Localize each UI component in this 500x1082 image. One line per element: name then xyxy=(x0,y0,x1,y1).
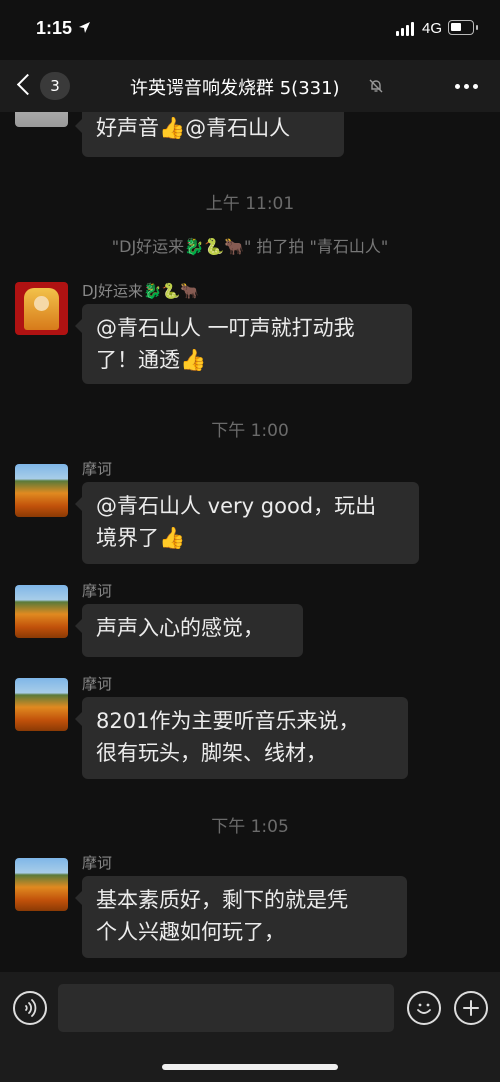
message-text: 好声音👍@青石山人 xyxy=(96,116,291,140)
message-bubble[interactable]: 8201作为主要听音乐来说， 很有玩头，脚架、线材， xyxy=(75,697,408,779)
message-text-line: @青石山人 一叮声就打动我 xyxy=(96,316,355,340)
message-bubble[interactable]: 好声音👍@青石山人 xyxy=(75,112,344,157)
sender-name: 摩诃 xyxy=(82,460,113,478)
avatar[interactable] xyxy=(15,678,68,731)
voice-icon xyxy=(25,999,37,1017)
ellipsis-icon[interactable] xyxy=(455,84,479,90)
chat-header: 3 许英谔音响发烧群 5(331) xyxy=(0,60,500,112)
back-button[interactable]: 3 xyxy=(14,70,84,102)
sender-name: 摩诃 xyxy=(82,854,113,872)
avatar[interactable] xyxy=(15,282,68,335)
cellular-signal-icon xyxy=(396,22,416,36)
message-bubble[interactable]: @青石山人 very good，玩出 境界了👍 xyxy=(75,482,419,564)
emoji-button[interactable] xyxy=(407,991,441,1025)
home-indicator xyxy=(162,1064,338,1070)
avatar[interactable] xyxy=(15,585,68,638)
system-message: "DJ好运来🐉🐍🐂" 拍了拍 "青石山人" xyxy=(111,237,389,256)
status-time: 1:15 xyxy=(36,18,73,38)
chevron-left-icon xyxy=(16,73,39,96)
unread-count-badge: 3 xyxy=(40,72,70,100)
message-input[interactable] xyxy=(58,984,394,1032)
avatar[interactable] xyxy=(15,112,68,127)
message-text-line: 8201作为主要听音乐来说， xyxy=(96,709,360,733)
message-text-line: 很有玩头，脚架、线材， xyxy=(96,741,327,765)
message-text-line: 基本素质好，剩下的就是凭 xyxy=(96,888,348,912)
avatar[interactable] xyxy=(15,464,68,517)
message-bubble[interactable]: @青石山人 一叮声就打动我 了！通透👍 xyxy=(75,304,412,384)
message-bubble[interactable]: 基本素质好，剩下的就是凭 个人兴趣如何玩了， xyxy=(75,876,407,958)
avatar[interactable] xyxy=(15,858,68,911)
status-bar: 1:15 4G xyxy=(0,0,500,60)
bell-slash-icon xyxy=(368,78,384,94)
message-bubble[interactable]: 声声入心的感觉， xyxy=(75,604,303,657)
input-bar xyxy=(0,972,500,1082)
message-list[interactable]: 好声音👍@青石山人 上午 11:01 "DJ好运来🐉🐍🐂" 拍了拍 "青石山人"… xyxy=(0,112,500,972)
message-text-line: 境界了👍 xyxy=(96,526,186,550)
message-text-line: @青石山人 very good，玩出 xyxy=(96,494,377,518)
plus-icon xyxy=(463,1000,479,1016)
sender-name: 摩诃 xyxy=(82,675,113,693)
battery-icon xyxy=(448,20,478,35)
emoji-icon xyxy=(417,1003,431,1014)
sender-name: 摩诃 xyxy=(82,582,113,600)
timestamp: 上午 11:01 xyxy=(205,194,295,214)
chat-title[interactable]: 许英谔音响发烧群 5(331) xyxy=(130,74,340,100)
location-arrow-icon xyxy=(78,21,91,38)
voice-button[interactable] xyxy=(13,991,47,1025)
message-text-line: 个人兴趣如何玩了， xyxy=(96,920,285,944)
message-text-line: 了！通透👍 xyxy=(96,348,207,372)
timestamp: 下午 1:05 xyxy=(211,817,289,837)
message-text: 声声入心的感觉， xyxy=(96,616,264,640)
more-functions-button[interactable] xyxy=(454,991,488,1025)
timestamp: 下午 1:00 xyxy=(211,421,289,441)
sender-name: DJ好运来🐉🐍🐂 xyxy=(82,282,200,300)
network-type: 4G xyxy=(422,20,443,37)
